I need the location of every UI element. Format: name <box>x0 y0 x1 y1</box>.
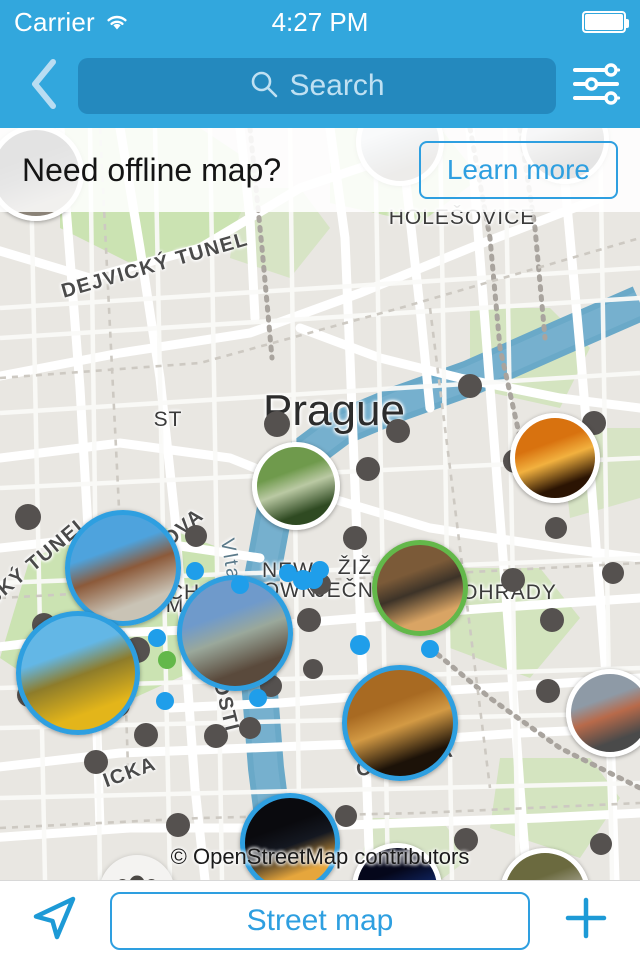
map-dot-marker-active[interactable] <box>156 692 174 710</box>
filter-button[interactable] <box>568 58 624 114</box>
map-dot-marker-active[interactable] <box>231 576 249 594</box>
map-dot-marker-active[interactable] <box>148 629 166 647</box>
map-dot-marker-active[interactable] <box>350 635 370 655</box>
map-dot-marker[interactable] <box>454 828 478 852</box>
map-dot-marker[interactable] <box>602 562 624 584</box>
offline-map-banner: Need offline map? Learn more <box>0 128 640 212</box>
map-dot-marker[interactable] <box>590 833 612 855</box>
map-dot-marker[interactable] <box>545 517 567 539</box>
learn-more-button[interactable]: Learn more <box>418 141 618 199</box>
map-dot-marker[interactable] <box>297 608 321 632</box>
carrier-label: Carrier <box>14 6 95 37</box>
status-bar-left: Carrier <box>14 7 130 38</box>
plus-icon <box>560 892 612 949</box>
map-dot-marker-hotel[interactable] <box>158 651 176 669</box>
search-input[interactable]: Search <box>78 58 556 114</box>
map-dot-marker[interactable] <box>134 723 158 747</box>
map-dot-marker[interactable] <box>303 659 323 679</box>
prague-castle-photo[interactable] <box>65 510 181 626</box>
status-bar: Carrier 4:27 PM <box>0 0 640 44</box>
map-dot-marker[interactable] <box>185 525 207 547</box>
night-restaurant-photo[interactable] <box>510 413 600 503</box>
map-dot-marker[interactable] <box>166 813 190 837</box>
app-root: Carrier 4:27 PM Search HOLEŠOVICE DEJVIC… <box>0 0 640 960</box>
map-dot-marker[interactable] <box>343 526 367 550</box>
map-dot-marker[interactable] <box>386 419 410 443</box>
hotel-room-photo[interactable] <box>372 540 468 636</box>
map-dot-marker[interactable] <box>335 805 357 827</box>
map-canvas: HOLEŠOVICE DEJVICKÝ TUNEL Prague M ST Vltava S… <box>0 128 640 880</box>
map-view[interactable]: HOLEŠOVICE DEJVICKÝ TUNEL Prague M ST Vltava S… <box>0 128 640 880</box>
search-placeholder: Search <box>289 69 385 102</box>
map-dot-marker[interactable] <box>458 374 482 398</box>
banner-message: Need offline map? <box>22 151 282 188</box>
map-dot-marker[interactable] <box>84 750 108 774</box>
wenceslas-square-photo[interactable] <box>342 665 458 781</box>
street-map-button[interactable]: Street map <box>110 891 530 950</box>
map-dot-marker[interactable] <box>239 717 261 739</box>
map-dot-marker-active[interactable] <box>249 689 267 707</box>
nav-bar: Search <box>0 44 640 128</box>
park-statue-photo[interactable] <box>252 442 340 530</box>
wifi-icon <box>104 12 130 32</box>
navigation-arrow-icon <box>28 892 80 949</box>
battery-icon <box>582 11 629 33</box>
map-dot-marker[interactable] <box>356 457 380 481</box>
bottom-toolbar: Street map <box>0 880 640 960</box>
map-dot-marker[interactable] <box>501 568 525 592</box>
locate-me-button[interactable] <box>24 891 84 951</box>
map-dot-marker[interactable] <box>204 724 228 748</box>
map-dot-marker[interactable] <box>540 608 564 632</box>
map-dot-marker-active[interactable] <box>421 640 439 658</box>
petrin-tower-photo[interactable] <box>16 611 140 735</box>
map-dot-marker[interactable] <box>15 504 41 530</box>
map-dot-marker[interactable] <box>264 411 290 437</box>
sliders-filter-icon <box>571 61 621 112</box>
search-icon <box>249 69 279 104</box>
add-place-button[interactable] <box>556 891 616 951</box>
chevron-left-icon <box>27 58 61 115</box>
map-dot-marker-active[interactable] <box>186 562 204 580</box>
map-dot-marker-active[interactable] <box>305 571 323 589</box>
map-dot-marker[interactable] <box>536 679 560 703</box>
back-button[interactable] <box>16 58 72 114</box>
